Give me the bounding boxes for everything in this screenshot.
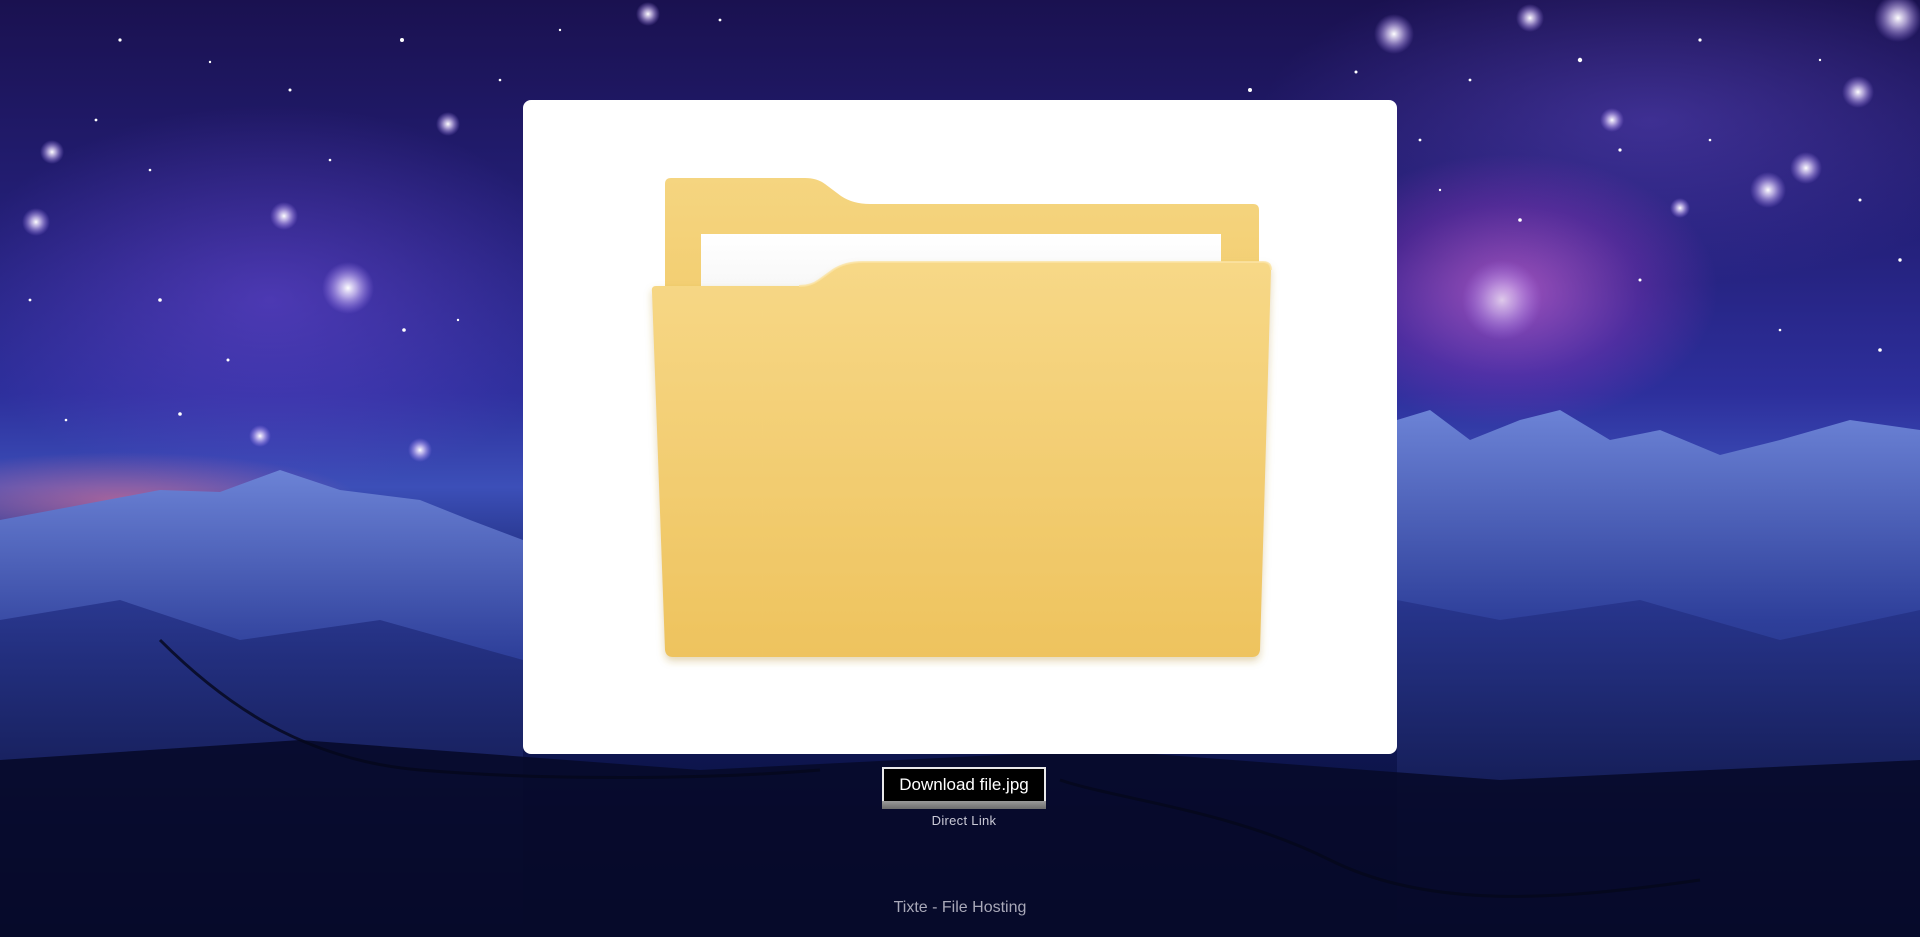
download-button-wrap: Download file.jpg: [882, 767, 1046, 809]
download-button[interactable]: Download file.jpg: [882, 767, 1046, 801]
footer-text: Tixte - File Hosting: [893, 899, 1027, 916]
direct-link[interactable]: Direct Link: [882, 813, 1046, 828]
file-preview-card: [523, 100, 1397, 754]
folder-icon: [651, 178, 1272, 657]
download-button-underbar: [882, 801, 1046, 809]
